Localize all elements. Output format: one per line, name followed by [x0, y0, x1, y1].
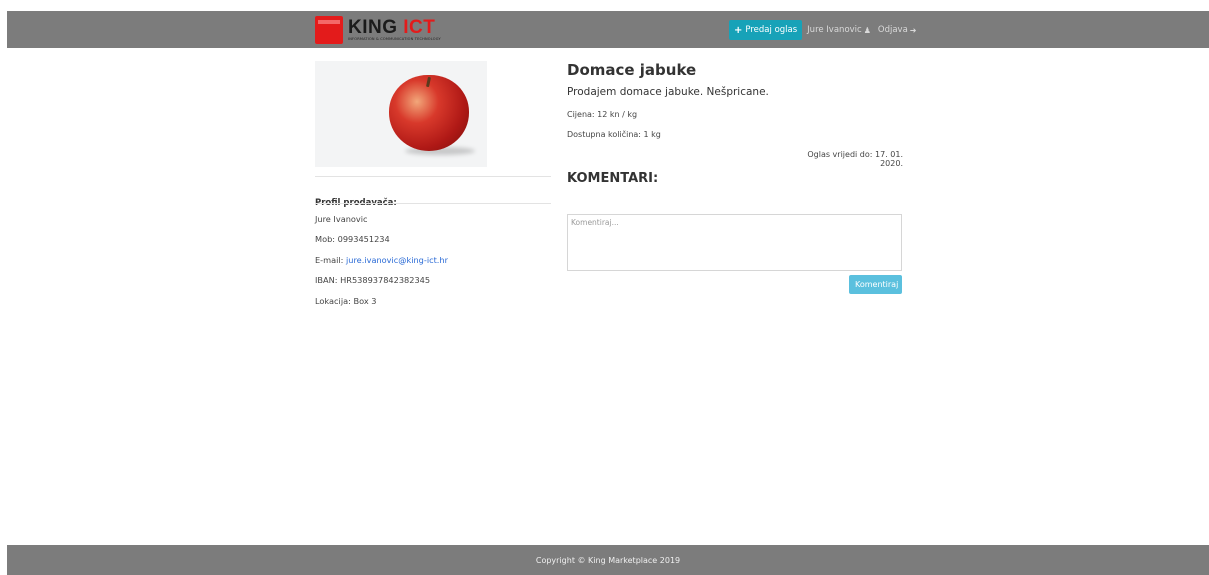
user-profile-link[interactable]: Jure Ivanovic ♟	[807, 25, 871, 35]
product-image	[315, 61, 551, 167]
seller-phone: Mob: 0993451234	[315, 234, 390, 244]
seller-email-link[interactable]: jure.ivanovic@king-ict.hr	[346, 255, 448, 265]
brand-name-king: KING	[348, 17, 398, 39]
sign-out-icon: ➜	[909, 25, 917, 35]
listing-description: Prodajem domace jabuke. Nešpricane.	[567, 86, 769, 98]
listing-price: Cijena: 12 kn / kg	[567, 110, 638, 119]
footer: Copyright © King Marketplace 2019	[7, 545, 1209, 575]
divider	[315, 203, 551, 204]
seller-email-row: E-mail: jure.ivanovic@king-ict.hr	[315, 255, 448, 265]
nav-actions: + Predaj oglas Jure Ivanovic ♟ Odjava ➜	[729, 20, 917, 40]
logout-label: Odjava	[877, 25, 908, 35]
brand-name: KING ICT	[348, 18, 441, 37]
listing-title: Domace jabuke	[567, 61, 697, 79]
user-name: Jure Ivanovic	[807, 25, 862, 35]
sell-listing-button[interactable]: + Predaj oglas	[729, 20, 803, 40]
brand-name-ict: ICT	[403, 17, 436, 39]
logo-mark-icon	[315, 16, 343, 44]
seller-name: Jure Ivanovic	[315, 214, 368, 224]
seller-iban: IBAN: HR538937842382345	[315, 275, 431, 285]
divider	[315, 176, 551, 177]
sell-listing-label: Predaj oglas	[745, 25, 798, 35]
logout-link[interactable]: Odjava ➜	[878, 25, 917, 35]
navbar: KING ICT INFORMATION & COMMUNICATION TEC…	[7, 11, 1209, 48]
footer-copyright: Copyright © King Marketplace 2019	[535, 555, 681, 565]
listing-valid-until: Oglas vrijedi do: 17. 01. 2020.	[807, 150, 903, 168]
seller-location: Lokacija: Box 3	[315, 296, 377, 306]
plus-icon: +	[734, 24, 743, 36]
listing-quantity: Dostupna količina: 1 kg	[567, 130, 661, 139]
seller-email-label: E-mail:	[315, 255, 347, 265]
comment-input[interactable]	[567, 214, 902, 271]
comments-heading: KOMENTARI:	[567, 171, 659, 186]
brand-logo[interactable]: KING ICT INFORMATION & COMMUNICATION TEC…	[315, 15, 441, 45]
brand-tagline: INFORMATION & COMMUNICATION TECHNOLOGY	[348, 37, 441, 42]
user-icon: ♟	[863, 25, 871, 35]
submit-comment-button[interactable]: Komentiraj	[849, 275, 902, 294]
